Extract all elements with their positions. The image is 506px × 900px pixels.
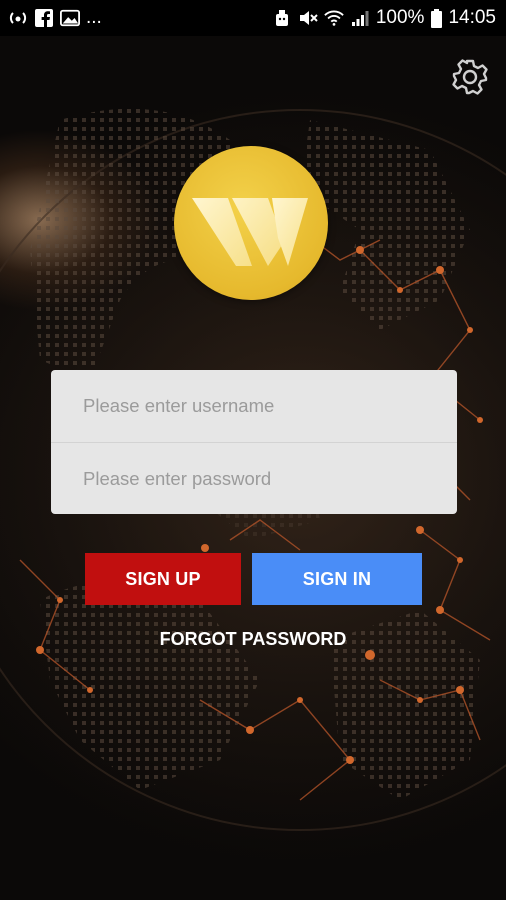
sign-in-button[interactable]: SIGN IN — [252, 553, 422, 605]
status-bar-right: 100% 14:05 — [272, 7, 496, 29]
image-notification-icon — [60, 8, 80, 28]
login-form — [51, 370, 457, 514]
app-logo — [174, 146, 328, 300]
forgot-password-link[interactable]: FORGOT PASSWORD — [0, 629, 506, 650]
battery-icon — [430, 8, 442, 28]
settings-button[interactable] — [451, 58, 489, 96]
battery-percent: 100% — [375, 7, 425, 28]
signal-icon — [350, 8, 370, 28]
status-bar: ... 100% 14:05 — [0, 0, 506, 36]
status-bar-left: ... — [8, 7, 102, 29]
facebook-icon — [34, 8, 54, 28]
username-input[interactable] — [51, 370, 457, 442]
android-debug-icon — [272, 8, 292, 28]
password-input[interactable] — [51, 443, 457, 514]
clock-time: 14:05 — [448, 7, 496, 28]
login-screen: ... 100% 14:05 Please enter username SIG… — [0, 0, 506, 900]
sign-up-button[interactable]: SIGN UP — [85, 553, 241, 605]
mute-icon — [298, 8, 318, 28]
more-notifications-indicator: ... — [86, 7, 102, 28]
hotspot-icon — [8, 8, 28, 28]
w-logo-mark — [192, 198, 308, 266]
gear-icon — [452, 59, 488, 95]
wifi-icon — [324, 8, 344, 28]
